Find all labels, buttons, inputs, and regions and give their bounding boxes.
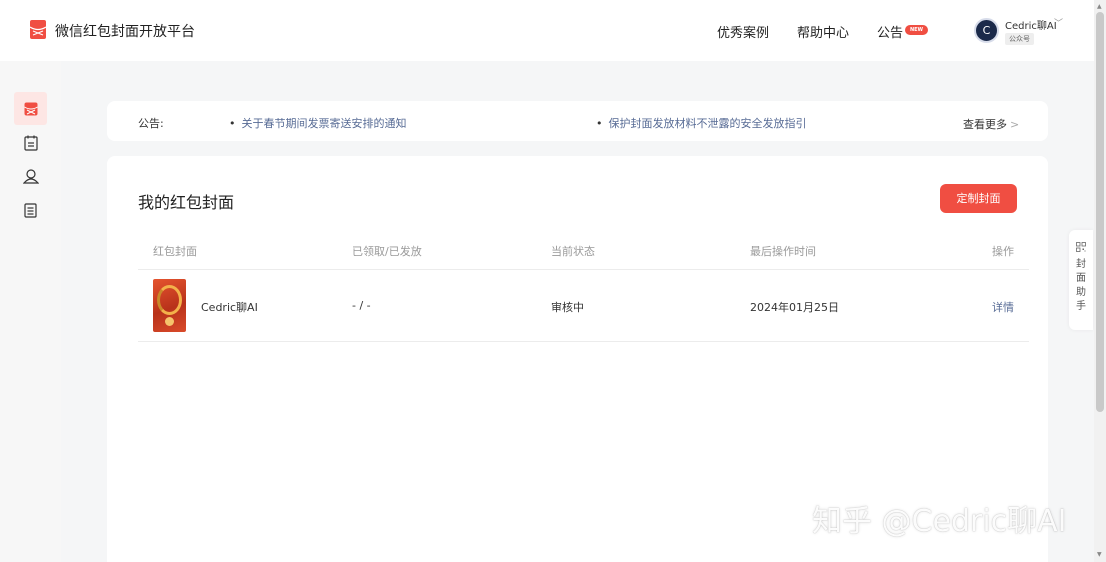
view-more-link[interactable]: 查看更多 > — [963, 116, 1019, 132]
column-header-claimed: 已领取/已发放 — [352, 245, 422, 258]
app-title: 微信红包封面开放平台 — [55, 24, 195, 40]
notice-bar: 公告: • 关于春节期间发票寄送安排的通知 • 保护封面发放材料不泄露的安全发放指引… — [107, 101, 1048, 141]
watermark: 知乎 @Cedric聊AI — [812, 504, 1067, 539]
avatar[interactable]: C — [974, 18, 999, 43]
nav-announcements[interactable]: 公告 — [877, 22, 903, 41]
sidebar — [0, 61, 61, 562]
claimed-issued-value: - / - — [352, 299, 371, 312]
chevron-right-icon: > — [1010, 118, 1020, 131]
cover-helper-button[interactable]: 封 面 助 手 — [1069, 230, 1093, 330]
open-button-icon — [165, 317, 174, 326]
sidebar-item-red-packet[interactable] — [14, 92, 47, 125]
column-header-status: 当前状态 — [551, 245, 595, 258]
chevron-down-icon[interactable]: ﹀ — [1054, 16, 1063, 29]
notice-link-invoice-text[interactable]: 关于春节期间发票寄送安排的通知 — [242, 117, 407, 130]
red-packet-logo-icon — [30, 20, 46, 39]
helper-char: 封 — [1076, 259, 1086, 270]
notice-label: 公告: — [138, 117, 164, 130]
cover-name: Cedric聊AI — [201, 301, 258, 314]
nav-help-center[interactable]: 帮助中心 — [797, 22, 849, 41]
scroll-up-arrow-icon[interactable]: ▲ — [1097, 3, 1102, 10]
new-badge: NEW — [905, 25, 928, 35]
sidebar-item-orders[interactable] — [14, 126, 47, 159]
clipboard-icon — [23, 135, 38, 151]
helper-char: 助 — [1076, 287, 1086, 298]
column-header-updated: 最后操作时间 — [750, 245, 816, 258]
notice-link-security-text[interactable]: 保护封面发放材料不泄露的安全发放指引 — [609, 117, 807, 130]
cover-helper-label: 封 面 助 手 — [1075, 258, 1087, 314]
account-type-badge: 公众号 — [1005, 33, 1034, 45]
bullet-dot: • — [229, 117, 236, 130]
qr-code-icon — [1076, 242, 1086, 252]
nav-excellent-cases[interactable]: 优秀案例 — [717, 22, 769, 41]
cover-thumbnail[interactable] — [153, 279, 186, 332]
page-title: 我的红包封面 — [138, 193, 235, 212]
user-icon — [22, 169, 39, 184]
helper-char: 手 — [1076, 301, 1086, 312]
notice-link-invoice[interactable]: • 关于春节期间发票寄送安排的通知 — [229, 115, 407, 131]
row-divider — [138, 341, 1029, 342]
scroll-down-arrow-icon[interactable]: ▼ — [1097, 551, 1102, 558]
details-link[interactable]: 详情 — [992, 299, 1014, 315]
header-divider — [138, 269, 1029, 270]
sidebar-item-documents[interactable] — [14, 194, 47, 227]
scrollbar-thumb[interactable] — [1096, 12, 1104, 412]
column-header-cover: 红包封面 — [153, 245, 197, 258]
bullet-dot: • — [596, 117, 603, 130]
view-more-label[interactable]: 查看更多 — [963, 118, 1007, 131]
red-packet-icon — [23, 102, 38, 115]
sidebar-item-account[interactable] — [14, 160, 47, 193]
user-name[interactable]: Cedric聊AI — [1005, 17, 1057, 32]
dragon-illustration — [157, 285, 182, 315]
column-header-action: 操作 — [992, 245, 1014, 258]
create-cover-button[interactable]: 定制封面 — [940, 184, 1017, 213]
document-icon — [24, 203, 37, 218]
notice-link-security[interactable]: • 保护封面发放材料不泄露的安全发放指引 — [596, 115, 807, 131]
status-value: 审核中 — [551, 301, 584, 314]
helper-char: 面 — [1076, 273, 1086, 284]
updated-date: 2024年01月25日 — [750, 301, 839, 314]
top-bar: 微信红包封面开放平台 优秀案例 帮助中心 公告 NEW C Cedric聊AI … — [0, 0, 1094, 61]
